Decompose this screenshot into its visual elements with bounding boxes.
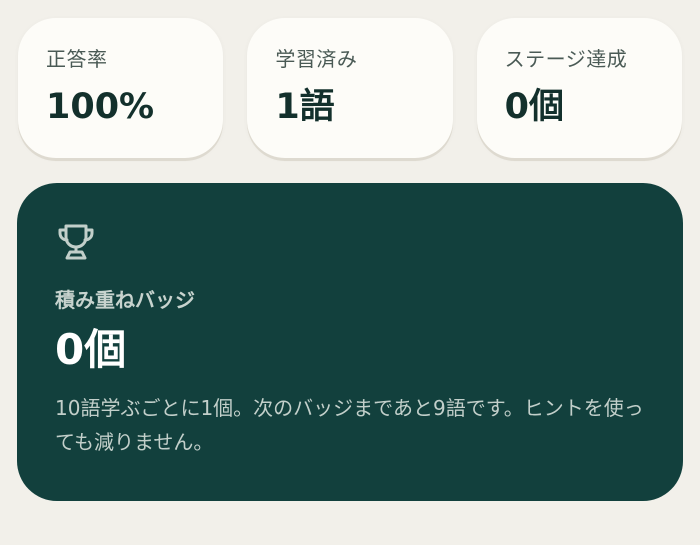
badge-title: 積み重ねバッジ <box>55 288 195 312</box>
stat-card-accuracy: 正答率 100% <box>18 18 224 158</box>
stat-card-learned: 学習済み 1語 <box>247 18 453 158</box>
stat-label: 正答率 <box>46 47 108 71</box>
stat-value: 100% <box>46 87 155 127</box>
badge-count: 0個 <box>55 325 127 374</box>
stat-label: 学習済み <box>275 47 358 71</box>
stats-row: 正答率 100% 学習済み 1語 ステージ達成 0個 <box>18 18 682 158</box>
stat-value: 1語 <box>275 87 335 127</box>
badge-panel: 積み重ねバッジ 0個 10語学ぶごとに1個。次のバッジまであと9語です。ヒントを… <box>17 183 683 501</box>
stat-value: 0個 <box>504 87 565 127</box>
stat-label: ステージ達成 <box>504 47 628 71</box>
badge-description: 10語学ぶごとに1個。次のバッジまであと9語です。ヒントを使っても減りません。 <box>55 396 644 454</box>
trophy-icon <box>58 224 94 260</box>
stat-card-stages: ステージ達成 0個 <box>476 18 682 158</box>
